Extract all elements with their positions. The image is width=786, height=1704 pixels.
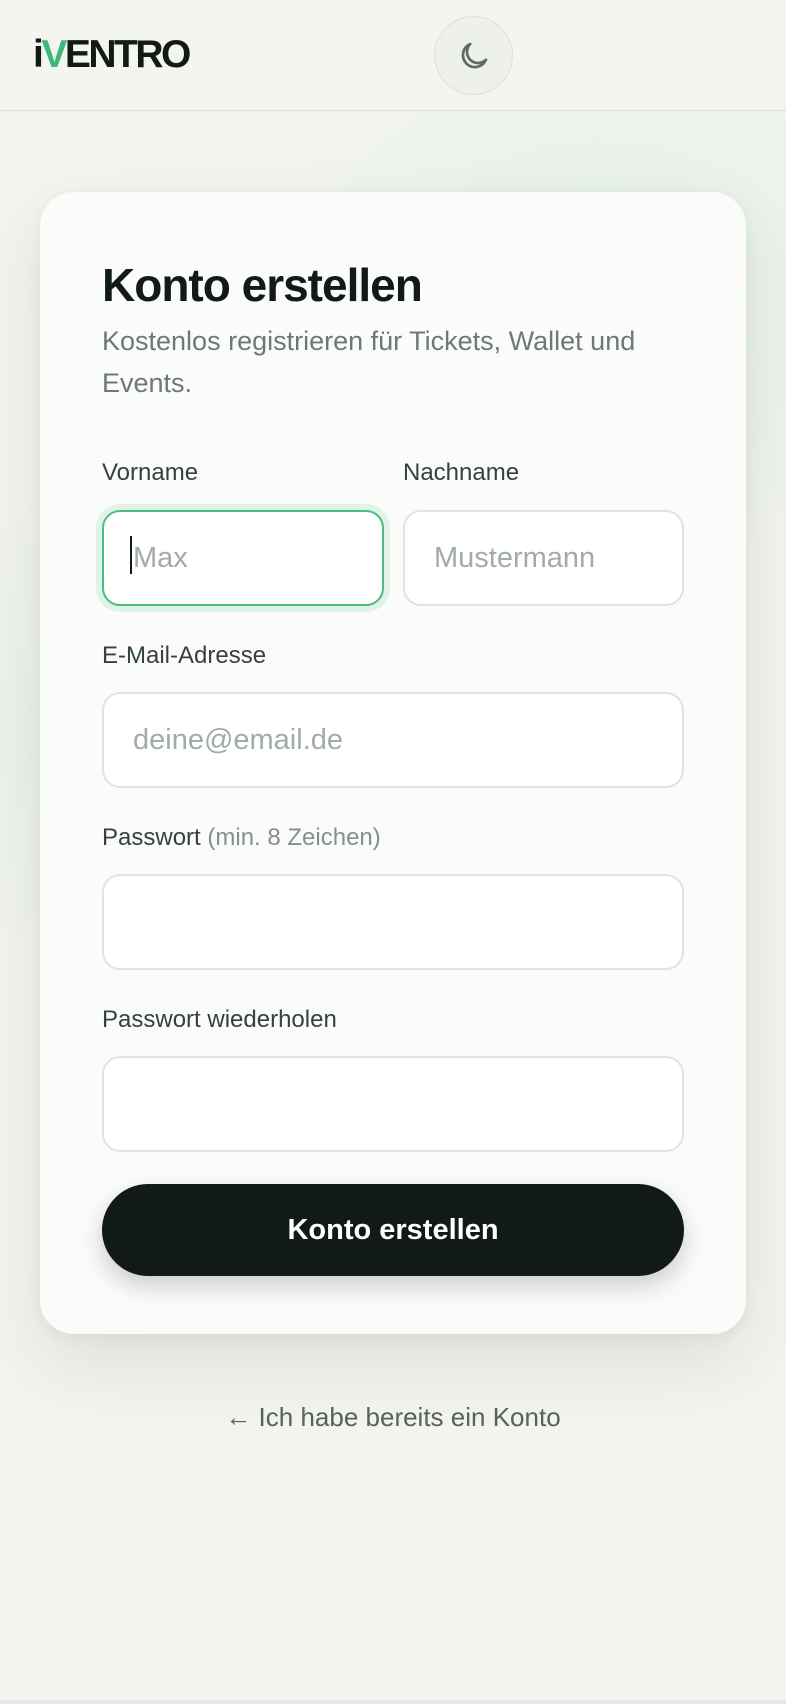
- password-label-text: Passwort: [102, 824, 201, 851]
- create-account-button[interactable]: Konto erstellen: [102, 1184, 684, 1276]
- register-card: Konto erstellen Kostenlos registrieren f…: [40, 192, 746, 1334]
- password-repeat-input[interactable]: [102, 1056, 684, 1152]
- logo-suffix: ENTRO: [64, 33, 192, 76]
- email-input[interactable]: [102, 692, 684, 788]
- theme-toggle-button[interactable]: [434, 16, 513, 95]
- first-name-label: Vorname: [102, 459, 199, 486]
- moon-icon: [461, 42, 487, 68]
- login-link[interactable]: ← Ich habe bereits ein Konto: [0, 1400, 786, 1434]
- brand-logo[interactable]: iVENTRO: [33, 33, 192, 77]
- last-name-input[interactable]: [403, 510, 684, 606]
- password-input[interactable]: [102, 874, 684, 970]
- text-cursor: [130, 536, 132, 574]
- password-repeat-label: Passwort wiederholen: [102, 1006, 337, 1033]
- password-hint: (min. 8 Zeichen): [207, 824, 381, 851]
- logo-accent: V: [41, 33, 67, 76]
- last-name-label: Nachname: [403, 459, 520, 486]
- password-label: Passwort (min. 8 Zeichen): [102, 823, 381, 853]
- page-subtitle: Kostenlos registrieren für Tickets, Wall…: [102, 326, 636, 398]
- bottom-divider: [0, 1700, 786, 1704]
- page-title: Konto erstellen: [102, 259, 423, 311]
- first-name-input[interactable]: [102, 510, 384, 606]
- email-label: E-Mail-Adresse: [102, 642, 267, 669]
- top-bar: iVENTRO: [0, 0, 786, 111]
